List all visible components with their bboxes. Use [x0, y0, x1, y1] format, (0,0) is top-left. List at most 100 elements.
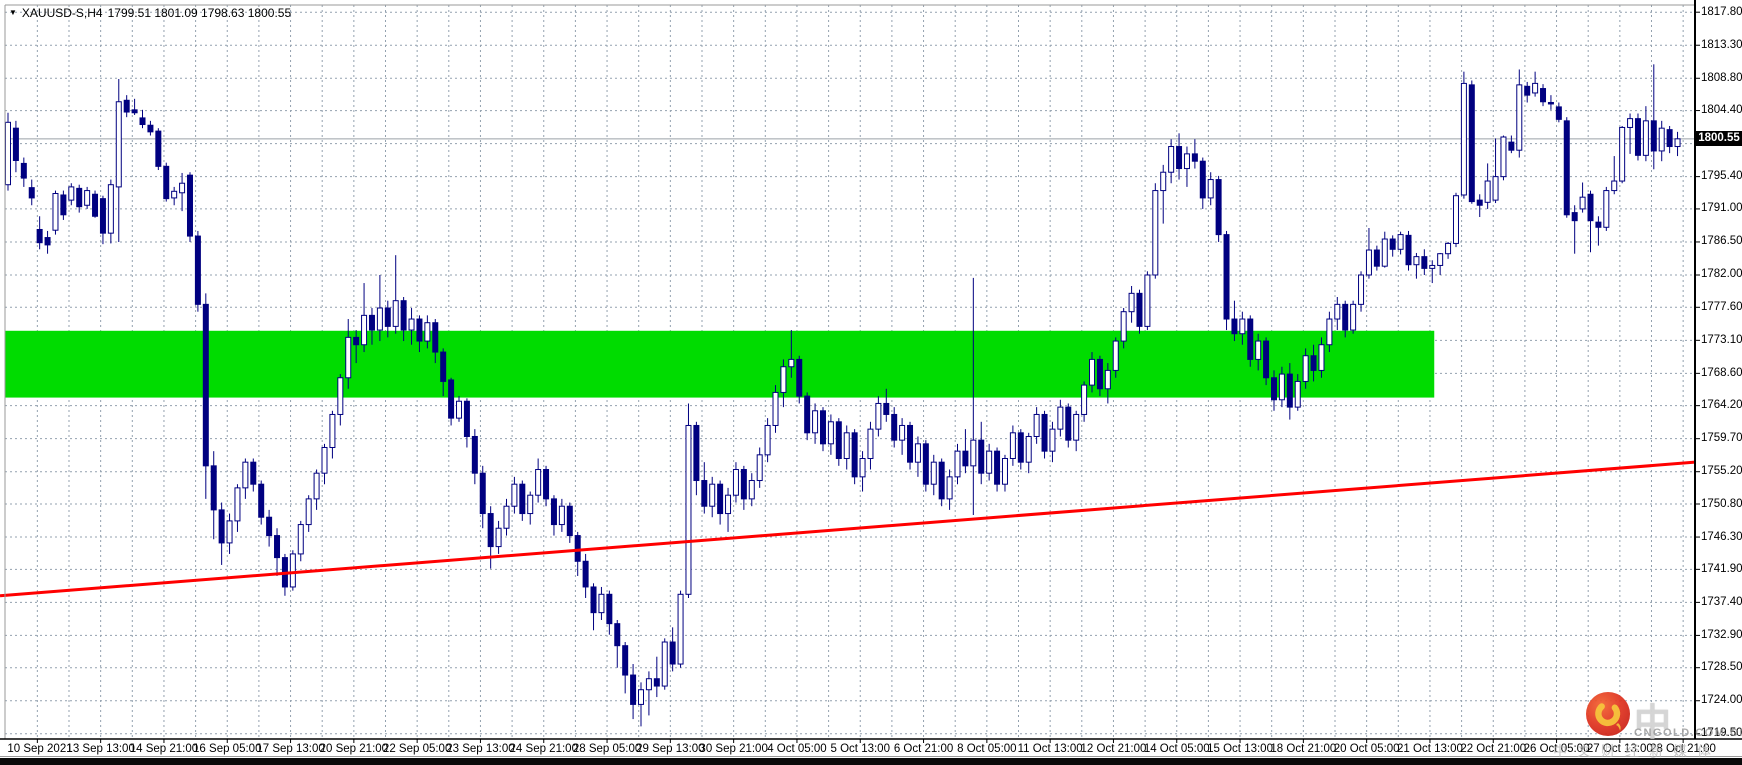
candle [1429, 264, 1436, 269]
candle [1120, 311, 1127, 342]
candle [1405, 234, 1412, 266]
candle [1484, 180, 1491, 203]
time-axis-label: 14 Sep 21:00 [129, 743, 199, 755]
candle [1555, 106, 1562, 120]
candle [677, 593, 684, 665]
price-axis-label: 1755.20 [1701, 465, 1742, 478]
candle [622, 645, 629, 676]
candle [1587, 193, 1594, 222]
candle [938, 461, 945, 500]
candle [1452, 195, 1459, 244]
candle [543, 469, 550, 500]
candle [851, 432, 858, 478]
chart-title: ▼ XAUUSD-S,H4 1799.51 1801.09 1798.63 18… [9, 6, 291, 20]
candle [1516, 84, 1523, 151]
candle [1397, 234, 1404, 250]
candle [1547, 101, 1554, 105]
time-axis-label: 11 Oct 13:00 [1017, 743, 1083, 755]
price-axis-label: 1724.00 [1701, 694, 1742, 707]
candle [1334, 303, 1341, 320]
candle [582, 560, 589, 588]
candle [463, 400, 470, 437]
candle [630, 674, 637, 705]
price-axis-label: 1759.70 [1701, 432, 1742, 445]
candle [1096, 358, 1103, 390]
time-axis-label: 4 Oct 05:00 [767, 743, 827, 755]
candle [44, 237, 51, 246]
candle [171, 190, 178, 199]
candle [115, 101, 122, 188]
candle [550, 498, 557, 526]
candle [20, 162, 27, 179]
candle [819, 410, 826, 445]
candle [1176, 146, 1183, 170]
candle [1144, 274, 1151, 327]
candle [1413, 256, 1420, 266]
candle [5, 121, 11, 186]
candle [954, 450, 961, 478]
time-axis-label: 22 Oct 21:00 [1460, 743, 1527, 755]
supply-zone-rect[interactable] [5, 330, 1435, 398]
candle [725, 494, 732, 515]
candle [408, 318, 415, 331]
candle [653, 678, 660, 687]
candle [914, 443, 921, 463]
candle [970, 439, 977, 467]
candle [1540, 88, 1547, 103]
candle [1183, 153, 1190, 170]
candle [1073, 413, 1080, 441]
candle [289, 553, 296, 588]
candle [598, 593, 605, 614]
candle [930, 461, 937, 485]
price-axis-label: 1768.60 [1701, 366, 1742, 379]
candle [92, 193, 99, 217]
symbol-dropdown-icon[interactable]: ▼ [9, 9, 17, 17]
candle [1199, 160, 1206, 199]
candle [685, 424, 692, 595]
candle [1247, 318, 1254, 360]
time-axis-label: 30 Sep 21:00 [699, 743, 768, 755]
candle [1001, 458, 1008, 485]
price-axis-label: 1728.50 [1701, 661, 1742, 674]
symbol-name: XAUUSD-S,H4 [21, 6, 103, 20]
candle [899, 424, 906, 441]
candle [147, 124, 154, 133]
candle [1089, 358, 1096, 386]
candle [376, 307, 383, 331]
candle [590, 586, 597, 614]
candle [883, 402, 890, 415]
candle [99, 198, 106, 234]
candle [210, 465, 217, 511]
time-axis-label: 21 Oct 13:00 [1397, 743, 1463, 755]
candle [780, 366, 787, 393]
candle [812, 410, 819, 434]
candle [226, 520, 233, 544]
candle [131, 109, 138, 114]
price-axis-label: 1750.80 [1701, 497, 1742, 510]
candle [1468, 84, 1475, 203]
time-axis-label: 28 Sep 05:00 [572, 743, 642, 755]
candle [1421, 256, 1428, 269]
price-axis-label: 1737.40 [1701, 595, 1742, 608]
candle [558, 505, 565, 526]
price-axis-label: 1808.80 [1701, 71, 1742, 84]
price-axis-label: 1791.00 [1701, 202, 1742, 215]
candle [76, 187, 83, 208]
candle [1302, 355, 1309, 382]
candle [1081, 384, 1088, 415]
candle [495, 527, 502, 548]
candle [416, 318, 423, 342]
candle [1223, 234, 1230, 320]
time-axis-label: 28 Oct 21:00 [1650, 743, 1716, 755]
candle [1041, 413, 1048, 452]
time-axis-label: 6 Oct 21:00 [893, 743, 954, 755]
candle [772, 391, 779, 426]
candle [392, 300, 399, 327]
candle [1207, 179, 1214, 199]
candle [756, 454, 763, 482]
time-axis-label: 13 Sep 13:00 [66, 743, 135, 755]
chart-canvas[interactable] [0, 0, 1742, 765]
candle [1350, 303, 1357, 331]
candle [1025, 435, 1032, 463]
candle [566, 505, 573, 537]
